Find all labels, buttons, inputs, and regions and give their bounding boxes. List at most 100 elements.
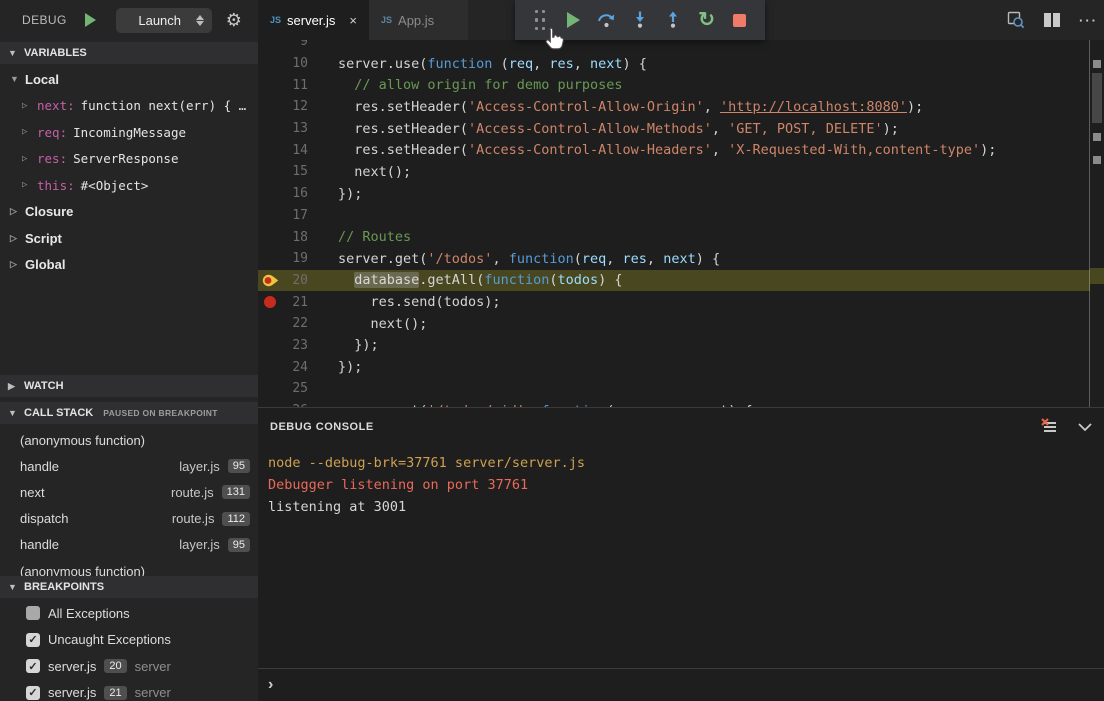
code-line[interactable]: 18// Routes xyxy=(258,226,1104,248)
variables-scope-row[interactable]: ▷Global xyxy=(0,252,258,279)
breakpoint-gutter[interactable] xyxy=(258,139,282,161)
call-stack-frame[interactable]: handlelayer.js95 xyxy=(0,532,258,558)
breakpoint-gutter[interactable] xyxy=(258,118,282,140)
code-line[interactable]: 19server.get('/todos', function(req, res… xyxy=(258,248,1104,270)
call-stack-frame[interactable]: handlelayer.js95 xyxy=(0,453,258,479)
breakpoint-gutter[interactable] xyxy=(258,40,282,53)
variables-scope-row[interactable]: ▷Closure xyxy=(0,199,258,226)
stop-button[interactable] xyxy=(729,9,751,31)
code-line[interactable]: 15 next(); xyxy=(258,161,1104,183)
variable-row[interactable]: ▷req:IncomingMessage xyxy=(0,119,258,146)
breakpoint-gutter[interactable] xyxy=(258,356,282,378)
chevron-collapsed-icon: ▶ xyxy=(8,381,18,392)
variables-scope-row[interactable]: ▷Script xyxy=(0,225,258,252)
code-token: '/todos' xyxy=(427,251,492,267)
code-line[interactable]: 17 xyxy=(258,205,1104,227)
dropdown-updown-icon xyxy=(196,15,204,26)
breakpoint-gutter[interactable] xyxy=(258,400,282,407)
variable-row[interactable]: ▷this:#<Object> xyxy=(0,172,258,199)
clear-console-icon[interactable] xyxy=(1040,418,1058,436)
breakpoint-gutter[interactable] xyxy=(258,161,282,183)
breakpoint-gutter[interactable] xyxy=(258,183,282,205)
code-line[interactable]: 26server.put('/todos/:id', function(req,… xyxy=(258,400,1104,407)
scrollbar-thumb[interactable] xyxy=(1092,73,1102,123)
breakpoints-section-header[interactable]: ▼ BREAKPOINTS xyxy=(0,576,258,598)
code-line[interactable]: 16}); xyxy=(258,183,1104,205)
call-stack-frame[interactable]: nextroute.js131 xyxy=(0,479,258,505)
breakpoint-gutter[interactable] xyxy=(258,291,282,313)
variable-row[interactable]: ▷res:ServerResponse xyxy=(0,146,258,173)
code-token: res.setHeader( xyxy=(338,99,468,115)
console-output: node --debug-brk=37761 server/server.jsD… xyxy=(258,446,1104,518)
call-stack-frame[interactable]: dispatchroute.js112 xyxy=(0,506,258,532)
code-line[interactable]: 14 res.setHeader('Access-Control-Allow-H… xyxy=(258,139,1104,161)
paused-on-breakpoint-badge: PAUSED ON BREAKPOINT xyxy=(103,408,217,418)
code-line[interactable]: 20 database.getAll(function(todos) { xyxy=(258,270,1104,292)
toolbar-drag-grip[interactable] xyxy=(529,9,551,31)
code-line[interactable]: 13 res.setHeader('Access-Control-Allow-M… xyxy=(258,118,1104,140)
launch-configuration-dropdown[interactable]: Launch xyxy=(116,8,212,33)
console-input[interactable]: › xyxy=(258,668,1104,701)
variables-tree: ▼Local▷next:function next(err) { …▷req:I… xyxy=(0,66,258,366)
code-line[interactable]: 24}); xyxy=(258,356,1104,378)
breakpoint-row[interactable]: ✓Uncaught Exceptions xyxy=(0,627,258,654)
ruler-marker xyxy=(1093,60,1101,68)
breakpoint-row[interactable]: ✓server.js20server xyxy=(0,653,258,680)
breakpoint-checkbox[interactable] xyxy=(26,606,40,620)
variables-section-header[interactable]: ▼ VARIABLES xyxy=(0,42,258,64)
breakpoint-gutter[interactable] xyxy=(258,205,282,227)
close-tab-icon[interactable]: × xyxy=(349,13,357,28)
code-line[interactable]: 12 res.setHeader('Access-Control-Allow-O… xyxy=(258,96,1104,118)
code-text: server.use(function (req, res, next) { xyxy=(338,56,647,72)
code-line[interactable]: 10server.use(function (req, res, next) { xyxy=(258,53,1104,75)
more-actions-icon[interactable]: ··· xyxy=(1079,13,1098,28)
editor-group: JSserver.js×JSApp.js× ··· xyxy=(258,0,1104,701)
code-line[interactable]: 22 next(); xyxy=(258,313,1104,335)
breakpoint-gutter[interactable] xyxy=(258,226,282,248)
variable-row[interactable]: ▷next:function next(err) { … xyxy=(0,93,258,120)
code-line[interactable]: 23 }); xyxy=(258,335,1104,357)
start-debug-icon[interactable] xyxy=(85,13,96,27)
restart-button[interactable]: ↻ xyxy=(696,9,718,31)
code-editor[interactable]: 910server.use(function (req, res, next) … xyxy=(258,40,1104,407)
step-into-button[interactable] xyxy=(629,9,651,31)
watch-section-header[interactable]: ▶ WATCH xyxy=(0,375,258,397)
code-line[interactable]: 11 // allow origin for demo purposes xyxy=(258,74,1104,96)
breakpoint-row[interactable]: All Exceptions xyxy=(0,600,258,627)
code-token: , xyxy=(647,251,663,267)
breakpoint-gutter[interactable] xyxy=(258,96,282,118)
continue-button[interactable] xyxy=(562,9,584,31)
configure-gear-icon[interactable]: ⚙ xyxy=(226,11,242,29)
variables-scope-row[interactable]: ▼Local xyxy=(0,66,258,93)
code-token: function xyxy=(509,251,574,267)
step-out-button[interactable] xyxy=(662,9,684,31)
open-preview-icon[interactable] xyxy=(1007,11,1025,29)
link-token[interactable]: 'http://localhost:8080' xyxy=(720,99,907,115)
breakpoint-gutter[interactable] xyxy=(258,335,282,357)
code-text: database.getAll(function(todos) { xyxy=(338,272,623,288)
step-over-button[interactable] xyxy=(596,9,618,31)
breakpoint-gutter[interactable] xyxy=(258,74,282,96)
code-text: res.setHeader('Access-Control-Allow-Meth… xyxy=(338,121,899,137)
collapse-panel-chevron-icon[interactable] xyxy=(1078,423,1092,432)
breakpoint-gutter[interactable] xyxy=(258,313,282,335)
call-stack-frame[interactable]: (anonymous function) xyxy=(0,427,258,453)
breakpoint-gutter[interactable] xyxy=(258,378,282,400)
tab-server-js[interactable]: JSserver.js× xyxy=(258,0,369,40)
code-line[interactable]: 25 xyxy=(258,378,1104,400)
breakpoint-gutter[interactable] xyxy=(258,53,282,75)
breakpoint-gutter[interactable] xyxy=(258,270,282,292)
tab-app-js[interactable]: JSApp.js× xyxy=(369,0,468,40)
breakpoint-checkbox[interactable]: ✓ xyxy=(26,686,40,700)
call-stack-frame[interactable]: (anonymous function) xyxy=(0,558,258,576)
breakpoint-gutter[interactable] xyxy=(258,248,282,270)
breakpoint-row[interactable]: ✓server.js21server xyxy=(0,680,258,701)
code-token: }); xyxy=(338,186,362,202)
call-stack-section-header[interactable]: ▼ CALL STACK PAUSED ON BREAKPOINT xyxy=(0,402,258,424)
code-line[interactable]: 9 xyxy=(258,40,1104,53)
breakpoint-checkbox[interactable]: ✓ xyxy=(26,633,40,647)
code-line[interactable]: 21 res.send(todos); xyxy=(258,291,1104,313)
continue-icon xyxy=(567,12,580,28)
breakpoint-checkbox[interactable]: ✓ xyxy=(26,659,40,673)
split-editor-icon[interactable] xyxy=(1043,12,1061,28)
